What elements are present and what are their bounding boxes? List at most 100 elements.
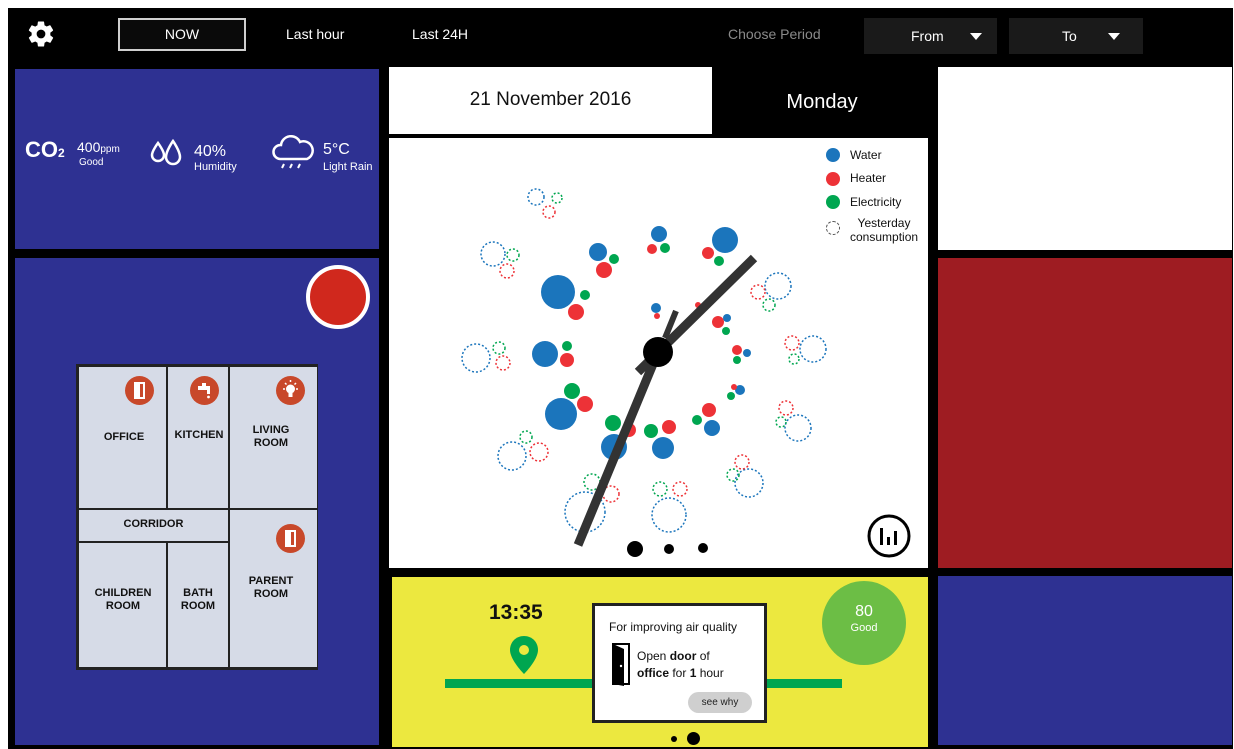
see-why-button[interactable]: see why bbox=[688, 692, 752, 713]
to-dropdown[interactable]: To bbox=[1009, 18, 1143, 54]
environment-panel: CO2 400ppm Good 40% Humidity 5°C Light R… bbox=[15, 69, 379, 249]
electricity-bubble bbox=[727, 392, 735, 400]
gear-icon[interactable] bbox=[26, 19, 56, 49]
recommendation-text: Open door of office for 1 hour bbox=[637, 648, 724, 682]
water-bubble bbox=[589, 243, 607, 261]
last-hour-button[interactable]: Last hour bbox=[286, 8, 344, 60]
co2-value: 400ppm bbox=[77, 139, 120, 155]
room-label-line: ROOM bbox=[105, 600, 141, 612]
water-bubble bbox=[704, 420, 720, 436]
temperature-value: 5°C bbox=[323, 141, 350, 158]
from-dropdown[interactable]: From bbox=[864, 18, 997, 54]
consumption-clock bbox=[461, 188, 827, 557]
yesterday-bubble bbox=[672, 481, 688, 497]
legend-yesterday-swatch bbox=[826, 221, 840, 235]
heater-bubble bbox=[654, 313, 660, 319]
right-top-panel bbox=[938, 67, 1232, 250]
status-indicator[interactable] bbox=[306, 265, 370, 329]
clock-center bbox=[643, 337, 673, 367]
page-dot-active[interactable] bbox=[687, 732, 700, 745]
yesterday-bubble bbox=[734, 468, 764, 498]
door-icon bbox=[125, 376, 154, 405]
room-label: BATH ROOM bbox=[168, 587, 228, 613]
to-label: To bbox=[1062, 28, 1077, 44]
room-label: OFFICE bbox=[103, 431, 145, 443]
legend-water-swatch bbox=[826, 148, 840, 162]
location-pin-icon bbox=[510, 636, 538, 674]
yesterday-bubble bbox=[750, 284, 766, 300]
room-label-line: ROOM bbox=[253, 437, 289, 449]
yesterday-bubble bbox=[527, 188, 545, 206]
rain-cloud-icon bbox=[272, 135, 314, 169]
humidity-label: Humidity bbox=[194, 161, 237, 173]
air-score-value: 80 bbox=[855, 603, 873, 620]
last-24h-button[interactable]: Last 24H bbox=[412, 8, 468, 60]
from-label: From bbox=[911, 28, 944, 44]
yesterday-bubble bbox=[506, 248, 520, 262]
bar-chart-icon[interactable] bbox=[866, 513, 912, 559]
room-label-line: CHILDREN bbox=[94, 587, 152, 599]
yesterday-bubble bbox=[652, 481, 668, 497]
electricity-bubble bbox=[714, 256, 724, 266]
water-bubble bbox=[545, 398, 577, 430]
yesterday-bubble bbox=[651, 497, 687, 533]
heater-bubble bbox=[662, 420, 676, 434]
minute-hand bbox=[573, 350, 663, 547]
yesterday-bubble bbox=[764, 272, 792, 300]
chevron-down-icon bbox=[970, 33, 982, 40]
page-dot[interactable] bbox=[698, 543, 708, 553]
date-text: 21 November 2016 bbox=[469, 89, 632, 110]
electricity-bubble bbox=[564, 383, 580, 399]
yesterday-bubble bbox=[542, 205, 556, 219]
electricity-bubble bbox=[580, 290, 590, 300]
legend-water-label: Water bbox=[850, 148, 882, 162]
heater-bubble bbox=[731, 384, 737, 390]
choose-period-label: Choose Period bbox=[728, 26, 821, 42]
yesterday-bubble bbox=[799, 335, 827, 363]
page-dot[interactable] bbox=[671, 736, 677, 742]
water-bubble bbox=[541, 275, 575, 309]
alert-panel bbox=[938, 258, 1232, 568]
yesterday-bubble bbox=[734, 454, 750, 470]
day-box: Monday bbox=[716, 67, 928, 134]
room-label: LIVING ROOM bbox=[231, 424, 311, 450]
page-dot-active[interactable] bbox=[627, 541, 643, 557]
open-door-icon bbox=[612, 643, 630, 686]
co2-status: Good bbox=[79, 157, 104, 168]
now-button[interactable]: NOW bbox=[118, 18, 246, 51]
day-text: Monday bbox=[786, 91, 858, 113]
electricity-bubble bbox=[733, 356, 741, 364]
legend-yesterday-label: Yesterday consumption bbox=[850, 216, 918, 244]
room-label: CHILDREN ROOM bbox=[81, 587, 165, 613]
room-label: KITCHEN bbox=[174, 429, 224, 441]
page-dot[interactable] bbox=[664, 544, 674, 554]
room-label-line: PARENT bbox=[248, 575, 294, 587]
light-bulb-icon bbox=[276, 376, 305, 405]
date-box: 21 November 2016 bbox=[389, 67, 712, 134]
legend-electricity-label: Electricity bbox=[850, 195, 902, 209]
yesterday-bubble bbox=[480, 241, 506, 267]
electricity-bubble bbox=[692, 415, 702, 425]
humidity-value: 40% bbox=[194, 143, 227, 160]
heater-bubble bbox=[647, 244, 657, 254]
heater-bubble bbox=[568, 304, 584, 320]
yesterday-bubble bbox=[461, 343, 491, 373]
water-bubble bbox=[652, 437, 674, 459]
faucet-icon bbox=[190, 376, 219, 405]
yesterday-bubble bbox=[778, 400, 794, 416]
room-label: PARENT ROOM bbox=[231, 575, 311, 601]
electricity-bubble bbox=[660, 243, 670, 253]
air-score-label: Good bbox=[850, 622, 878, 634]
bottom-right-panel bbox=[938, 576, 1232, 745]
heater-bubble bbox=[577, 396, 593, 412]
electricity-bubble bbox=[722, 327, 730, 335]
heater-bubble bbox=[702, 247, 714, 259]
consumption-clock-panel: Water Heater Electricity Yesterday consu… bbox=[389, 138, 928, 568]
electricity-bubble bbox=[562, 341, 572, 351]
yesterday-bubble bbox=[497, 441, 527, 471]
water-bubble bbox=[712, 227, 738, 253]
yesterday-bubble bbox=[775, 416, 787, 428]
legend-electricity-swatch bbox=[826, 195, 840, 209]
recommendation-line: office for 1 hour bbox=[637, 666, 724, 680]
electricity-bubble bbox=[609, 254, 619, 264]
